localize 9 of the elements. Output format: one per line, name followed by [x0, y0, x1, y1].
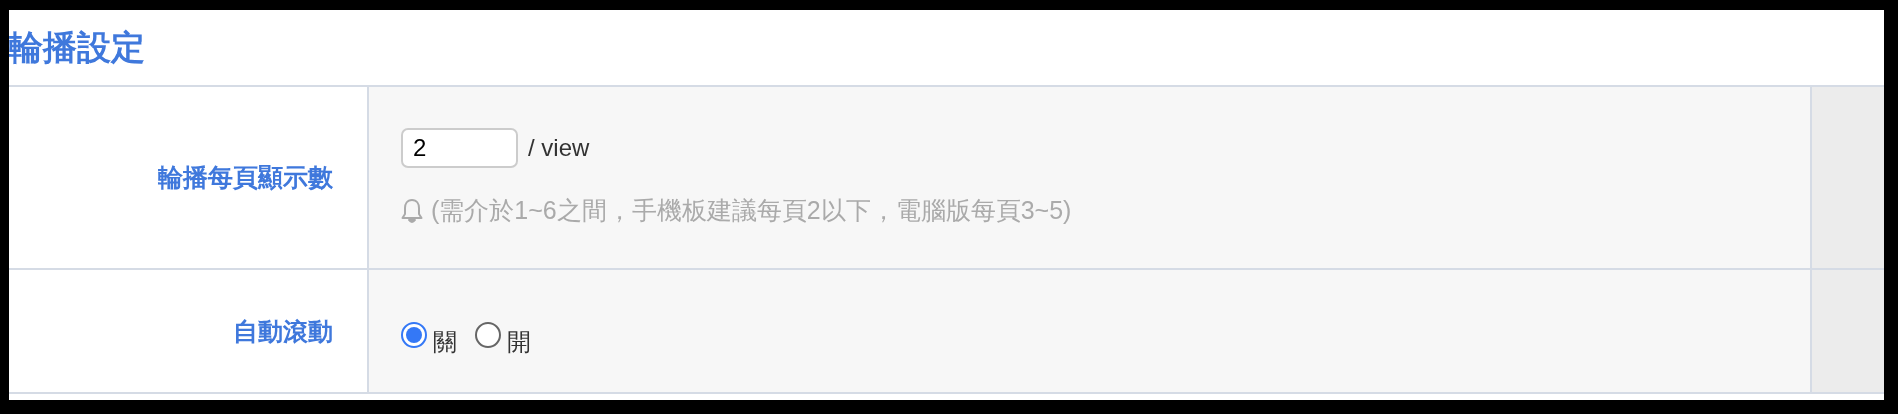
radio-option[interactable]: 開 [475, 312, 531, 358]
bell-icon [401, 197, 423, 224]
hint-text: (需介於1~6之間，手機板建議每頁2以下，電腦版每頁3~5) [431, 195, 1072, 226]
number-field[interactable]: 2 [401, 128, 518, 168]
section-title: 輪播設定 [9, 27, 145, 68]
radio-option[interactable]: 關 [401, 312, 457, 358]
unit-text: / view [528, 134, 590, 162]
field-label: 輪播每頁顯示數 [158, 162, 333, 193]
field-label: 自動滾動 [233, 315, 333, 347]
